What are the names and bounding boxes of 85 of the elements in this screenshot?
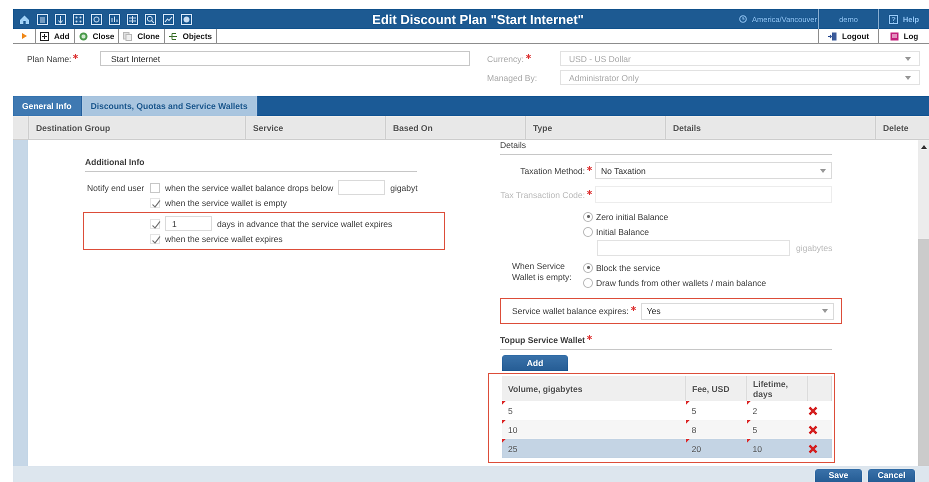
table-cell: 25 (502, 439, 686, 458)
close-button[interactable]: Close (74, 29, 118, 43)
option-label: when the service wallet balance drops below (165, 182, 334, 192)
option-label: days in advance that the service wallet expires (217, 218, 392, 228)
unit-label: gigabyt (390, 182, 418, 192)
pages-icon (123, 32, 132, 40)
table-cell: 5 (746, 420, 808, 439)
add-icon (40, 32, 49, 40)
field-label: Managed By: (487, 72, 538, 82)
field-label: Plan Name: (27, 54, 72, 64)
text-input[interactable] (338, 180, 386, 195)
chart-bars-icon (109, 14, 120, 24)
option-label: Zero initial Balance (596, 212, 668, 222)
section-heading: Topup Service Wallet (500, 335, 586, 345)
table-cell: 5 (502, 401, 686, 420)
close-icon (78, 32, 88, 40)
field-label: Tax Transaction Code: (500, 190, 585, 200)
text-input[interactable]: 1 (165, 216, 212, 231)
table-cell: 10 (502, 420, 686, 439)
log-icon (890, 32, 899, 40)
column-header[interactable]: Lifetime, days (746, 376, 808, 401)
dropdown-caret-icon (905, 76, 911, 80)
column-header[interactable]: Delete (875, 116, 929, 139)
tab[interactable]: Discounts, Quotas and Service Wallets (82, 96, 258, 116)
table-cell: 5 (686, 401, 747, 420)
logout-icon (828, 32, 837, 40)
scroll-up-icon (920, 145, 926, 149)
table-cell: 20 (686, 439, 747, 458)
column-header[interactable]: Destination Group (28, 116, 245, 139)
table-cell: 10 (746, 439, 808, 458)
save-button[interactable]: Save (815, 469, 862, 482)
list-icon (37, 14, 48, 24)
column-header[interactable]: Service (245, 116, 385, 139)
field-label: Service wallet balance expires: (512, 306, 629, 316)
checkbox[interactable] (150, 182, 160, 192)
radio-button[interactable] (583, 278, 593, 288)
option-label: Draw funds from other wallets / main balance (596, 278, 766, 288)
field-label: Currency: (487, 54, 524, 64)
dots-icon (73, 14, 84, 24)
add-button[interactable]: Add (502, 355, 568, 371)
field-label: When Service Wallet is empty: (511, 260, 573, 284)
field-label: Taxation Method: (520, 166, 585, 176)
dropdown-caret-icon (822, 309, 828, 313)
magnifier-icon (145, 14, 156, 24)
section-heading: Details (500, 140, 832, 155)
field-label: Notify end user (86, 182, 146, 195)
radio-button[interactable] (583, 226, 593, 236)
home-icon (19, 14, 30, 24)
section-heading: Additional Info (85, 157, 417, 172)
column-header[interactable]: Volume, gigabytes (502, 376, 686, 401)
option-label: Initial Balance (596, 226, 649, 236)
checkbox[interactable] (150, 234, 160, 244)
play-icon (22, 33, 26, 39)
delete-icon[interactable] (808, 406, 818, 416)
expires-select[interactable]: Yes (640, 302, 834, 320)
line-chart-icon (163, 14, 174, 24)
column-header[interactable]: Fee, USD (686, 376, 747, 401)
text-input[interactable]: Start Internet (100, 51, 470, 66)
taxation-select[interactable]: No Taxation (595, 162, 832, 179)
column-header[interactable]: Details (665, 116, 875, 139)
table-cell: 2 (746, 401, 808, 420)
tab[interactable]: General Info (13, 96, 82, 116)
dropdown-caret-icon (820, 168, 826, 172)
arrow-icon (55, 14, 66, 24)
column-header[interactable]: Type (525, 116, 665, 139)
table-cell: 8 (686, 420, 747, 439)
dropdown-caret-icon (905, 56, 911, 60)
scrollbar[interactable] (918, 140, 929, 466)
option-label: when the service wallet expires (165, 234, 283, 244)
option-label: when the service wallet is empty (165, 198, 287, 208)
help-icon (888, 14, 898, 24)
window-title: Edit Discount Plan "Start Internet" (371, 12, 585, 26)
unit-label: gigabytes (796, 243, 832, 253)
text-input[interactable] (597, 240, 790, 256)
option-label: Block the service (596, 262, 660, 272)
cancel-button[interactable]: Cancel (868, 469, 915, 482)
checkbox[interactable] (150, 218, 160, 228)
delete-icon[interactable] (808, 424, 818, 434)
radio-button[interactable] (583, 212, 593, 222)
delete-icon[interactable] (808, 444, 818, 454)
checkbox[interactable] (150, 198, 160, 208)
radio-button[interactable] (583, 262, 593, 272)
column-header[interactable]: Based On (385, 116, 525, 139)
clock-icon (739, 15, 748, 23)
table-icon (127, 14, 138, 24)
